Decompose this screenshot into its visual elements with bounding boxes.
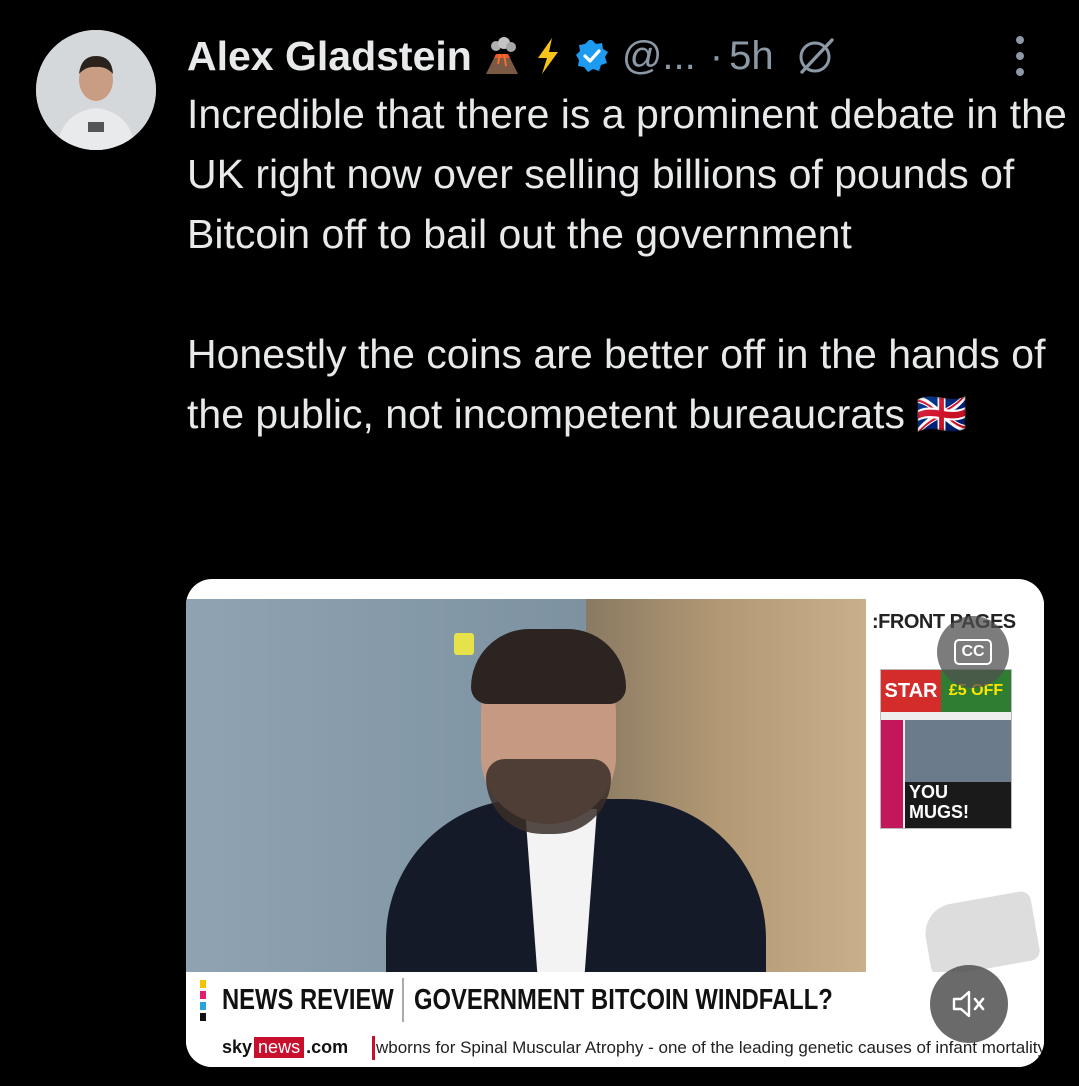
- sky-news-logo: sky news .com: [222, 1028, 348, 1067]
- newspaper-sidebar: [881, 720, 903, 828]
- newspaper-masthead: STAR: [881, 670, 941, 712]
- tweet-text: Incredible that there is a prominent deb…: [187, 84, 1067, 444]
- volcano-emoji-icon: [482, 36, 522, 76]
- studio-light: [454, 633, 474, 655]
- video-player[interactable]: :FRONT PAGES STAR £5 OFF YOU MUGS! CC NE…: [186, 579, 1044, 1067]
- ticker-divider: [372, 1036, 375, 1060]
- grok-icon[interactable]: [796, 36, 836, 76]
- newspaper-photo: [905, 720, 1011, 782]
- speaker-muted-icon: [952, 990, 985, 1018]
- mute-button[interactable]: [930, 965, 1008, 1043]
- lightning-emoji-icon: [532, 36, 564, 76]
- logo-com: .com: [306, 1037, 349, 1057]
- newspaper-headline: YOU MUGS!: [905, 782, 1011, 828]
- segment-label: NEWS REVIEW: [222, 983, 394, 1016]
- cc-icon: CC: [954, 639, 992, 665]
- color-stripes: [200, 980, 206, 1021]
- captions-button[interactable]: CC: [937, 616, 1009, 688]
- news-ticker: sky news .com wborns for Spinal Muscular…: [186, 1028, 1044, 1067]
- newspaper-front-page: STAR £5 OFF YOU MUGS!: [880, 669, 1012, 829]
- avatar[interactable]: [36, 30, 156, 150]
- separator-dot: ·: [709, 33, 724, 78]
- more-options-icon[interactable]: [1008, 36, 1032, 76]
- verified-badge-icon[interactable]: [574, 38, 610, 74]
- avatar-photo: [36, 30, 156, 150]
- presenter-hair: [471, 629, 626, 704]
- newspaper-stack: [920, 889, 1042, 979]
- divider: [402, 978, 404, 1022]
- author-handle[interactable]: @...: [622, 34, 696, 79]
- author-name[interactable]: Alex Gladstein: [187, 33, 472, 80]
- logo-news: news: [254, 1037, 305, 1058]
- logo-sky: sky: [222, 1037, 253, 1057]
- tweet-timestamp[interactable]: 5h: [729, 34, 774, 79]
- tweet-paragraph: Incredible that there is a prominent deb…: [187, 91, 1067, 257]
- tweet-paragraph: Honestly the coins are better off in the…: [187, 331, 1046, 437]
- news-lower-third: NEWS REVIEW GOVERNMENT BITCOIN WINDFALL?: [186, 972, 1044, 1028]
- segment-headline: GOVERNMENT BITCOIN WINDFALL?: [414, 983, 833, 1016]
- tweet-header: Alex Gladstein @... · 5h: [187, 28, 836, 84]
- video-frame: [186, 599, 866, 975]
